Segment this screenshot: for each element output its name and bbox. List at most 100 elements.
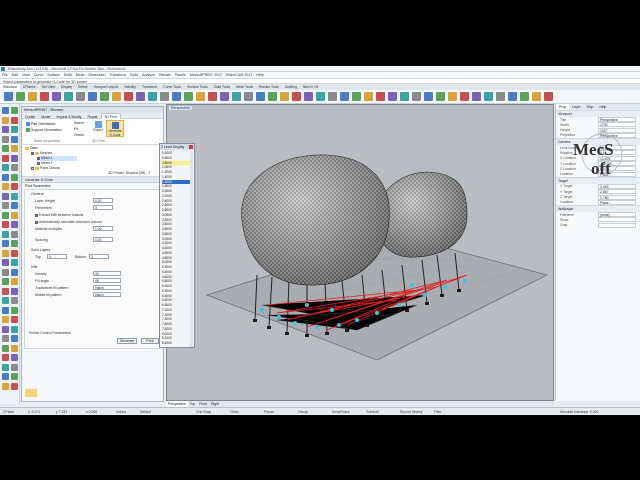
- toolbar-button-icon[interactable]: [508, 92, 517, 101]
- tool-icon[interactable]: [2, 145, 9, 152]
- tool-icon[interactable]: [2, 316, 9, 323]
- status-toggle[interactable]: Filter: [434, 410, 442, 414]
- bottom-input[interactable]: 3: [89, 254, 109, 259]
- tool-icon[interactable]: [11, 325, 18, 333]
- tool-icon[interactable]: [2, 354, 9, 361]
- status-toggle[interactable]: Ortho: [230, 410, 238, 414]
- tool-icon[interactable]: [11, 249, 18, 257]
- toolbar-button-icon[interactable]: [40, 92, 49, 101]
- export-button[interactable]: Export: [93, 121, 103, 132]
- generate-gcode-button[interactable]: Generate G-Code: [106, 120, 124, 137]
- z-level-scrollbar[interactable]: [190, 151, 193, 347]
- tool-icon[interactable]: [11, 221, 18, 228]
- tool-icon[interactable]: [11, 135, 18, 143]
- tool-icon[interactable]: [2, 335, 9, 342]
- tool-icon[interactable]: [11, 173, 18, 181]
- fit-button[interactable]: Fit: [74, 127, 78, 131]
- toolbar-button-icon[interactable]: [436, 92, 445, 101]
- tool-icon[interactable]: [11, 126, 18, 133]
- status-cplane[interactable]: CPlane: [3, 410, 14, 414]
- toolbar-button-icon[interactable]: [472, 92, 481, 101]
- tool-icon[interactable]: [2, 249, 9, 257]
- tool-icon[interactable]: [2, 173, 9, 181]
- tool-icon[interactable]: [11, 363, 18, 371]
- density-input[interactable]: 40: [93, 271, 121, 276]
- print-button[interactable]: Print: [141, 338, 159, 344]
- toolbar-button-icon[interactable]: [316, 92, 325, 101]
- fill-angle-input[interactable]: 45: [93, 278, 121, 283]
- tool-icon[interactable]: [2, 107, 9, 114]
- toolbar-button-icon[interactable]: [64, 92, 73, 101]
- tool-icon[interactable]: [11, 268, 18, 276]
- status-toggle[interactable]: Record History: [400, 410, 422, 414]
- tool-icon[interactable]: [11, 116, 18, 124]
- tool-icon[interactable]: [2, 221, 9, 228]
- toolbar-button-icon[interactable]: [256, 92, 265, 101]
- menu-item[interactable]: Curve: [32, 72, 46, 77]
- mesh2-checkbox[interactable]: [37, 161, 40, 165]
- toolbar-button-icon[interactable]: [484, 92, 493, 101]
- toolbar-button-icon[interactable]: [448, 92, 457, 101]
- toolbar-button-icon[interactable]: [304, 92, 313, 101]
- meshes-checkbox[interactable]: [31, 151, 34, 155]
- tool-icon[interactable]: [11, 107, 18, 114]
- tool-icon[interactable]: [11, 259, 18, 266]
- menu-item[interactable]: Mesh: [74, 72, 87, 77]
- toolbar-button-icon[interactable]: [532, 92, 541, 101]
- menu-item[interactable]: Edit: [10, 72, 20, 77]
- status-toggle[interactable]: Grid Snap: [196, 410, 211, 414]
- toolbar-button-icon[interactable]: [112, 92, 121, 101]
- toolbar-button-icon[interactable]: [388, 92, 397, 101]
- property-value[interactable]: 2.780: [598, 194, 636, 200]
- select-button[interactable]: Select: [74, 121, 84, 125]
- menu-item[interactable]: Transform: [108, 72, 128, 77]
- auto-calc-checkbox[interactable]: [35, 220, 38, 224]
- toolbar-button-icon[interactable]: [352, 92, 361, 101]
- spacing-input[interactable]: 0.20: [93, 237, 113, 242]
- part-orientation-button[interactable]: Part Orientation: [26, 122, 56, 127]
- status-toggle[interactable]: Osnap: [298, 410, 308, 414]
- toolbar-button-icon[interactable]: [424, 92, 433, 101]
- property-value[interactable]: (none): [598, 212, 636, 218]
- toolbar-button-icon[interactable]: [496, 92, 505, 101]
- tool-icon[interactable]: [11, 230, 18, 238]
- tool-icon[interactable]: [2, 306, 9, 314]
- toolbar-button-icon[interactable]: [196, 92, 205, 101]
- tool-icon[interactable]: [2, 164, 9, 171]
- properties-tab[interactable]: Help: [596, 104, 609, 110]
- status-toggle[interactable]: SmartTrack: [332, 410, 349, 414]
- tool-icon[interactable]: [2, 373, 9, 380]
- status-toggle[interactable]: Planar: [264, 410, 274, 414]
- tool-icon[interactable]: [11, 297, 18, 304]
- properties-tab[interactable]: Layer: [569, 104, 583, 110]
- tree-point-clouds[interactable]: Point Clouds: [31, 166, 60, 171]
- tool-icon[interactable]: [2, 287, 9, 295]
- toolbar-button-icon[interactable]: [328, 92, 337, 101]
- printer-control-label[interactable]: Printer Control Parameters: [29, 331, 71, 335]
- menu-item[interactable]: Panels: [173, 72, 188, 77]
- tool-icon[interactable]: [11, 373, 18, 380]
- menu-item[interactable]: MecsoftPRINT 2017: [188, 72, 224, 77]
- toolbar-button-icon[interactable]: [412, 92, 421, 101]
- toolbar-button-icon[interactable]: [364, 92, 373, 101]
- property-value[interactable]: 2.867: [598, 189, 636, 195]
- tool-icon[interactable]: [11, 344, 18, 352]
- menu-item[interactable]: Solid: [62, 72, 74, 77]
- tool-icon[interactable]: [2, 240, 9, 247]
- property-value[interactable]: Perspective: [598, 117, 636, 122]
- tool-icon[interactable]: [2, 183, 9, 190]
- toolbar-button-icon[interactable]: [232, 92, 241, 101]
- tool-icon[interactable]: [11, 306, 18, 314]
- toolbar-button-icon[interactable]: [136, 92, 145, 101]
- tool-icon[interactable]: [11, 278, 18, 285]
- menu-item[interactable]: Help: [254, 72, 265, 77]
- menu-item[interactable]: Dimension: [87, 72, 108, 77]
- tool-icon[interactable]: [11, 192, 18, 200]
- toolbar-button-icon[interactable]: [76, 92, 85, 101]
- toolbar-button-icon[interactable]: [100, 92, 109, 101]
- tool-icon[interactable]: [2, 135, 9, 143]
- toolbar-button-icon[interactable]: [280, 92, 289, 101]
- toolbar-button-icon[interactable]: [16, 92, 25, 101]
- tool-icon[interactable]: [11, 154, 18, 162]
- status-toggle[interactable]: Gumball: [366, 410, 379, 414]
